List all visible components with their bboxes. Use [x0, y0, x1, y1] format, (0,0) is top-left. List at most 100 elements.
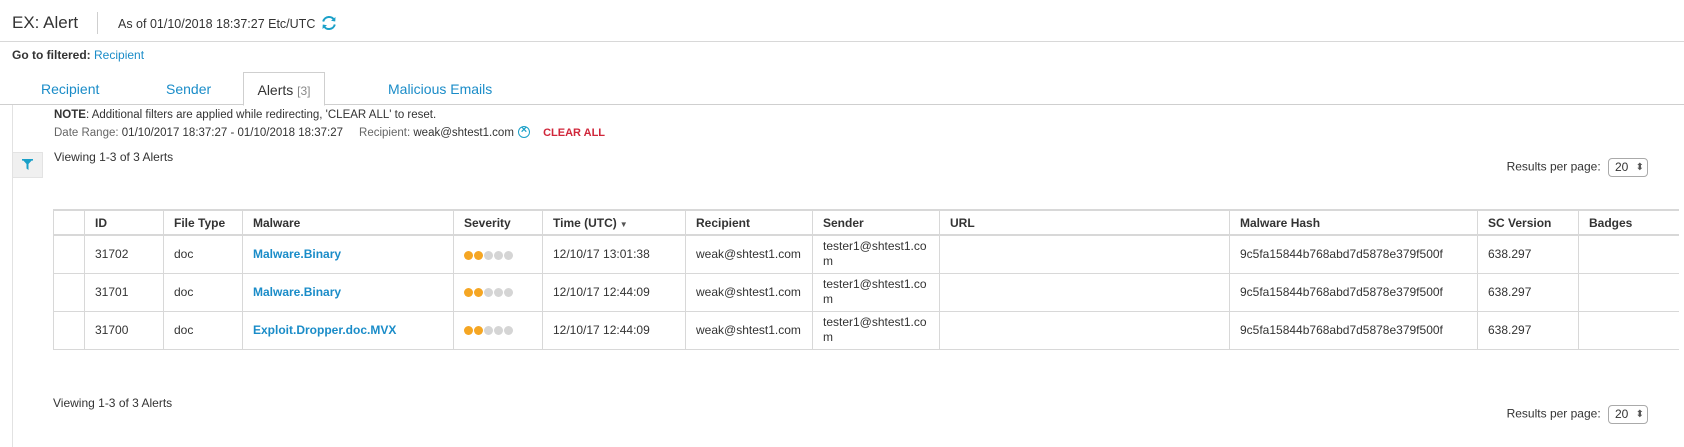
severity-dot-icon	[504, 250, 513, 260]
severity-dot-icon	[504, 288, 513, 298]
cell-sc-version: 638.297	[1477, 273, 1579, 312]
clear-filter-icon[interactable]	[517, 124, 530, 138]
cell-severity	[453, 273, 543, 312]
tab-recipient-label: Recipient	[41, 81, 100, 97]
cell-sender: tester1@shtest1.com	[812, 311, 940, 350]
cell-url	[939, 235, 1230, 274]
go-to-filtered: Go to filtered: Recipient	[12, 48, 144, 62]
cell-file-type: doc	[163, 235, 243, 274]
row-select-cell	[53, 235, 85, 274]
cell-recipient: weak@shtest1.com	[685, 273, 813, 312]
severity-dot-icon	[474, 326, 483, 336]
table-row[interactable]: 31701 doc Malware.Binary 12/10/17 12:44:09 w…	[53, 273, 1679, 312]
page-header: EX: Alert As of 01/10/2018 18:37:27 Etc/…	[0, 0, 1684, 42]
cell-file-type: doc	[163, 273, 243, 312]
alerts-table: ID File Type Malware Severity Time (UTC)…	[53, 209, 1679, 350]
cell-malware-link[interactable]: Exploit.Dropper.doc.MVX	[242, 311, 454, 350]
tab-malicious-emails[interactable]: Malicious Emails	[388, 72, 492, 105]
go-to-filtered-label: Go to filtered:	[12, 48, 91, 62]
results-per-page-bottom: Results per page: 20	[1507, 405, 1648, 424]
cell-recipient: weak@shtest1.com	[685, 235, 813, 274]
column-header-badges[interactable]: Badges	[1578, 209, 1679, 236]
select-column-header	[53, 209, 85, 236]
cell-malware-hash: 9c5fa15844b768abd7d5878e379f500f	[1229, 235, 1478, 274]
results-per-page-select[interactable]: 20	[1608, 405, 1648, 424]
filter-criteria: Date Range: 01/10/2017 18:37:27 - 01/10/…	[54, 124, 605, 139]
cell-time: 12/10/17 12:44:09	[542, 273, 686, 312]
severity-dot-icon	[474, 250, 483, 260]
tab-alerts-count: [3]	[297, 84, 311, 98]
column-header-id[interactable]: ID	[84, 209, 164, 236]
cell-sender: tester1@shtest1.com	[812, 273, 940, 312]
cell-badges	[1578, 311, 1679, 350]
recipient-filter-label: Recipient:	[359, 127, 411, 139]
cell-file-type: doc	[163, 311, 243, 350]
refresh-icon[interactable]	[320, 14, 338, 32]
severity-dot-icon	[494, 250, 503, 260]
cell-badges	[1578, 273, 1679, 312]
filter-note: NOTE: Additional filters are applied whi…	[54, 109, 436, 121]
column-header-sender[interactable]: Sender	[812, 209, 940, 236]
cell-time: 12/10/17 13:01:38	[542, 235, 686, 274]
cell-malware-link[interactable]: Malware.Binary	[242, 235, 454, 274]
column-header-malware-hash[interactable]: Malware Hash	[1229, 209, 1478, 236]
results-per-page-label: Results per page:	[1506, 406, 1601, 421]
row-select-cell	[53, 311, 85, 350]
column-header-malware[interactable]: Malware	[242, 209, 454, 236]
recipient-filter-value: weak@shtest1.com	[413, 127, 514, 139]
severity-dot-icon	[484, 288, 493, 298]
cell-malware-hash: 9c5fa15844b768abd7d5878e379f500f	[1229, 311, 1478, 350]
severity-dot-icon	[464, 250, 473, 260]
severity-dot-icon	[464, 288, 473, 298]
severity-dot-icon	[464, 326, 473, 336]
cell-recipient: weak@shtest1.com	[685, 311, 813, 350]
tab-alerts[interactable]: Alerts [3]	[243, 72, 325, 106]
cell-malware-link[interactable]: Malware.Binary	[242, 273, 454, 312]
viewing-count-top: Viewing 1-3 of 3 Alerts	[54, 150, 174, 164]
results-per-page-top: Results per page: 20	[1507, 158, 1648, 177]
severity-dot-icon	[484, 326, 493, 336]
header-divider	[97, 12, 98, 34]
column-header-sc-version[interactable]: SC Version	[1477, 209, 1579, 236]
column-header-url[interactable]: URL	[939, 209, 1230, 236]
cell-time: 12/10/17 12:44:09	[542, 311, 686, 350]
severity-dot-icon	[494, 326, 503, 336]
column-header-recipient[interactable]: Recipient	[685, 209, 813, 236]
tab-recipient[interactable]: Recipient	[41, 72, 99, 105]
table-header-row: ID File Type Malware Severity Time (UTC)…	[53, 209, 1679, 236]
tab-alerts-label: Alerts	[257, 82, 294, 98]
note-label: NOTE	[54, 109, 86, 121]
go-to-recipient-link[interactable]: Recipient	[94, 48, 144, 62]
table-row[interactable]: 31700 doc Exploit.Dropper.doc.MVX 12/10/17 …	[53, 311, 1679, 350]
date-range-value: 01/10/2017 18:37:27 - 01/10/2018 18:37:2…	[121, 127, 344, 139]
page-title: EX: Alert	[12, 13, 79, 32]
cell-badges	[1578, 235, 1679, 274]
sort-desc-icon: ▼	[619, 219, 628, 229]
cell-severity	[453, 311, 543, 350]
filter-toggle-button[interactable]	[13, 152, 43, 178]
clear-all-button[interactable]: CLEAR ALL	[543, 127, 605, 139]
cell-sc-version: 638.297	[1477, 235, 1579, 274]
cell-sc-version: 638.297	[1477, 311, 1579, 350]
tab-sender[interactable]: Sender	[166, 72, 211, 105]
column-header-time[interactable]: Time (UTC) ▼	[542, 209, 686, 236]
severity-dot-icon	[474, 288, 483, 298]
cell-id: 31702	[84, 235, 164, 274]
row-select-cell	[53, 273, 85, 312]
table-row[interactable]: 31702 doc Malware.Binary 12/10/17 13:01:38 w…	[53, 235, 1679, 274]
severity-dot-icon	[494, 288, 503, 298]
note-text: : Additional filters are applied while r…	[85, 109, 437, 121]
severity-dot-icon	[504, 326, 513, 336]
viewing-count-bottom: Viewing 1-3 of 3 Alerts	[53, 396, 173, 410]
filter-icon	[22, 159, 33, 170]
tab-bar: Recipient Sender Alerts [3] Malicious Em…	[0, 72, 1684, 106]
cell-severity	[453, 235, 543, 274]
cell-sender: tester1@shtest1.com	[812, 235, 940, 274]
tab-sender-label: Sender	[166, 81, 212, 97]
cell-id: 31700	[84, 311, 164, 350]
cell-url	[939, 273, 1230, 312]
column-header-file-type[interactable]: File Type	[163, 209, 243, 236]
cell-malware-hash: 9c5fa15844b768abd7d5878e379f500f	[1229, 273, 1478, 312]
column-header-severity[interactable]: Severity	[453, 209, 543, 236]
results-per-page-select[interactable]: 20	[1608, 158, 1648, 177]
